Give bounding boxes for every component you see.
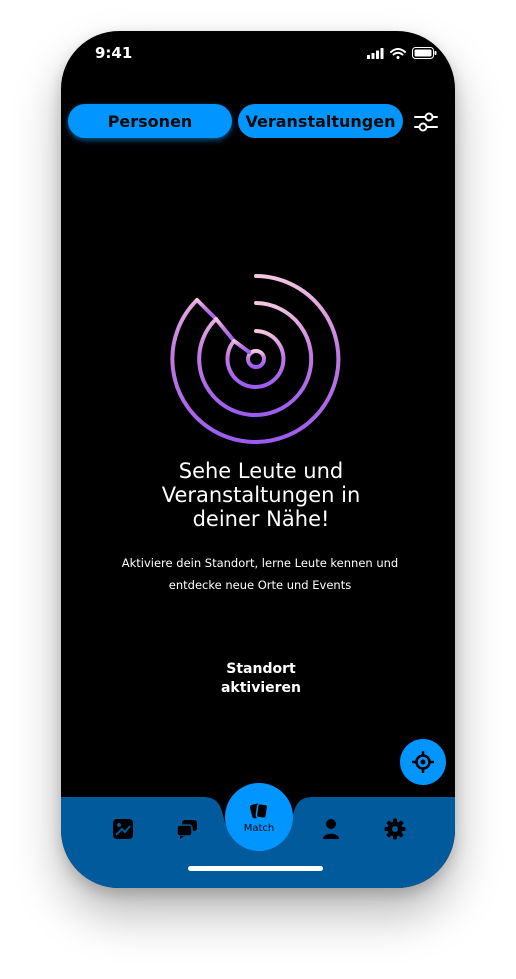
chat-icon[interactable] — [175, 817, 199, 841]
description-line: Aktiviere dein Standort, lerne Leute ken… — [121, 556, 399, 570]
headline-line: Veranstaltungen in — [161, 483, 361, 507]
battery-icon — [412, 47, 437, 59]
signal-icon — [367, 47, 384, 59]
headline-line: Sehe Leute und — [178, 459, 344, 483]
tab-personen[interactable]: Personen — [68, 104, 232, 138]
description: Aktiviere dein Standort, lerne Leute ken… — [113, 552, 407, 596]
home-indicator — [188, 866, 323, 871]
locate-me-button[interactable] — [400, 739, 446, 785]
activate-location-label: Standort — [226, 661, 296, 677]
activate-location-button[interactable]: Standort aktivieren — [201, 660, 321, 698]
wifi-icon — [390, 47, 406, 59]
status-bar: 9:41 — [61, 31, 455, 75]
profile-icon[interactable] — [319, 817, 343, 841]
map-icon[interactable] — [111, 817, 135, 841]
location-target-icon — [412, 751, 434, 773]
match-button[interactable]: Match — [225, 783, 293, 851]
match-label: Match — [243, 822, 275, 834]
radar-icon — [170, 274, 341, 444]
status-time: 9:41 — [95, 44, 133, 62]
phone-screen: 9:41 Personen Veranstaltungen Sehe Leute… — [61, 31, 455, 888]
match-cards-icon — [249, 802, 269, 819]
settings-icon[interactable] — [383, 817, 407, 841]
status-icons — [367, 47, 437, 59]
tab-veranstaltungen[interactable]: Veranstaltungen — [238, 104, 403, 138]
headline-line: deiner Nähe! — [192, 507, 330, 531]
description-line: entdecke neue Orte und Events — [168, 578, 352, 592]
activate-location-label: aktivieren — [220, 680, 302, 696]
headline: Sehe Leute und Veranstaltungen in deiner… — [101, 459, 421, 531]
filter-icon[interactable] — [413, 109, 439, 135]
